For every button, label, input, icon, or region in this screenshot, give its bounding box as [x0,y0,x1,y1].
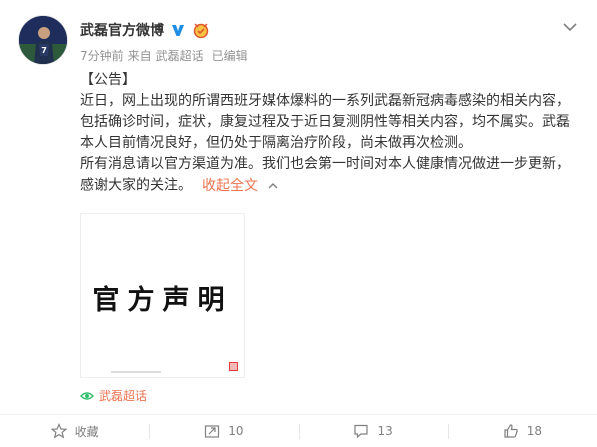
collapse-text-label: 收起全文 [202,177,258,194]
red-stamp-icon [229,362,238,371]
image-watermark [111,370,161,377]
post-image[interactable]: 官方声明 [80,213,245,378]
svg-text:7: 7 [41,46,47,55]
repost-count: 10 [228,424,244,438]
thumbs-up-icon [504,424,518,438]
comment-button[interactable]: 13 [298,415,448,447]
source-prefix: 来自 [127,49,152,63]
action-bar: 收藏 10 13 18 [0,414,597,447]
chevron-down-icon [563,22,577,31]
topic-link-label: 武磊超话 [99,389,148,403]
announcement-tag: 【公告】 [80,72,136,88]
avatar[interactable]: 7 [18,15,68,65]
author-name[interactable]: 武磊官方微博 [80,20,164,40]
author-row: 武磊官方微博 [80,20,210,40]
topic-link[interactable]: 武磊超话 [80,387,147,404]
image-statement-text: 官方声明 [92,285,233,316]
chevron-up-icon [268,175,278,196]
star-icon [50,423,67,439]
like-button[interactable]: 18 [447,415,597,447]
repost-icon [205,425,220,438]
post-paragraph-2: 所有消息请以官方渠道为准。我们也会第一时间对本人健康情况做进一步更新，感谢大家的… [80,156,570,194]
post-time[interactable]: 7分钟前 [80,47,124,64]
source-link[interactable]: 武磊超话 [156,47,204,64]
repost-button[interactable]: 10 [149,415,298,447]
member-medal-icon[interactable] [192,22,210,38]
post-paragraph-2-wrap: 所有消息请以官方渠道为准。我们也会第一时间对本人健康情况做进一步更新，感谢大家的… [80,154,580,197]
verified-badge-icon[interactable] [170,22,186,38]
like-count: 18 [526,424,543,438]
edited-label[interactable]: 已编辑 [212,47,248,64]
collapse-text-button[interactable]: 收起全文 [202,178,278,194]
comment-count: 13 [377,424,393,438]
weibo-post-card: 7 武磊官方微博 7分钟前 来自 武磊超话 已编辑 【公告】 近日，网上出现的所… [0,0,597,447]
post-paragraph-1: 近日，网上出现的所谓西班牙媒体爆料的一系列武磊新冠病毒感染的相关内容，包括确诊时… [80,93,570,151]
comment-icon [354,424,369,439]
super-topic-icon [80,391,94,400]
favorite-button[interactable]: 收藏 [0,415,149,447]
favorite-label: 收藏 [74,424,99,439]
post-body: 【公告】 近日，网上出现的所谓西班牙媒体爆料的一系列武磊新冠病毒感染的相关内容，… [80,70,580,197]
player-photo-icon: 7 [19,16,67,64]
post-meta: 7分钟前 来自 武磊超话 已编辑 [80,47,248,64]
more-options-button[interactable] [560,17,580,37]
